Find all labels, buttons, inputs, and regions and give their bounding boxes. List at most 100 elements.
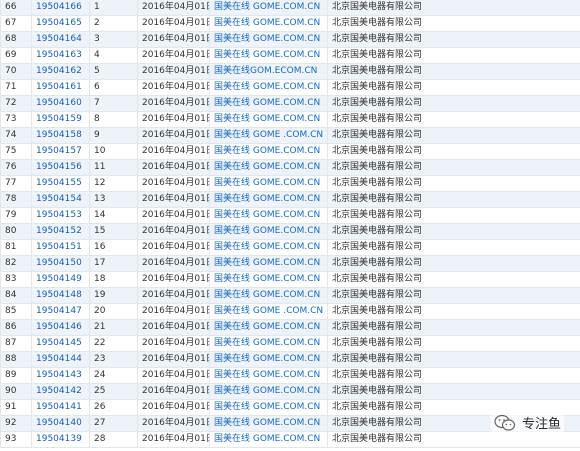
registration-number-link[interactable]: 19504159 [31, 111, 90, 128]
registration-number-link[interactable]: 19504160 [31, 95, 90, 112]
date-cell: 2016年04月01日 [137, 351, 210, 368]
site-name-link[interactable]: 国美在线 GOME.COM.CN [209, 47, 328, 64]
registration-number-link[interactable]: 19504158 [31, 127, 90, 144]
registration-number-link[interactable]: 19504166 [31, 0, 90, 16]
index-cell: 81 [0, 239, 32, 256]
site-name-link[interactable]: 国美在线 GOME .COM.CN [209, 127, 328, 144]
index-cell: 92 [0, 415, 32, 432]
sequence-cell: 11 [89, 159, 138, 176]
date-cell: 2016年04月01日 [137, 431, 210, 448]
site-name-link[interactable]: 国美在线 GOME.COM.CN [209, 319, 328, 336]
site-name-link[interactable]: 国美在线 GOME.COM.CN [209, 239, 328, 256]
sequence-cell: 28 [89, 431, 138, 448]
site-name-link[interactable]: 国美在线 GOME.COM.CN [209, 399, 328, 416]
site-name-link[interactable]: 国美在线 GOME.COM.CN [209, 223, 328, 240]
index-cell: 66 [0, 0, 32, 16]
site-name-link[interactable]: 国美在线 GOME.COM.CN [209, 143, 328, 160]
index-cell: 68 [0, 31, 32, 48]
date-cell: 2016年04月01日 [137, 95, 210, 112]
sequence-cell: 22 [89, 335, 138, 352]
sequence-cell: 8 [89, 111, 138, 128]
site-name-link[interactable]: 国美在线 GOME.COM.CN [209, 175, 328, 192]
registration-number-link[interactable]: 19504151 [31, 239, 90, 256]
table-row: 84 19504148 19 2016年04月01日 国美在线 GOME.COM.CN 北… [0, 287, 580, 304]
registration-number-link[interactable]: 19504145 [31, 335, 90, 352]
site-name-link[interactable]: 国美在线 GOME.COM.CN [209, 15, 328, 32]
site-name-link[interactable]: 国美在线GOM.ECOM.CN [209, 63, 328, 80]
company-cell: 北京国美电器有限公司 [327, 223, 580, 240]
site-name-link[interactable]: 国美在线 GOME.COM.CN [209, 191, 328, 208]
table-row: 67 19504165 2 2016年04月01日 国美在线 GOME.COM.CN 北京… [0, 15, 580, 32]
company-cell: 北京国美电器有限公司 [327, 351, 580, 368]
site-name-link[interactable]: 国美在线 GOME.COM.CN [209, 95, 328, 112]
registration-number-link[interactable]: 19504164 [31, 31, 90, 48]
registration-number-link[interactable]: 19504153 [31, 207, 90, 224]
company-cell: 北京国美电器有限公司 [327, 31, 580, 48]
registration-number-link[interactable]: 19504157 [31, 143, 90, 160]
site-name-link[interactable]: 国美在线 GOME.COM.CN [209, 383, 328, 400]
site-name-link[interactable]: 国美在线 GOME.COM.CN [209, 335, 328, 352]
registration-number-link[interactable]: 19504150 [31, 255, 90, 272]
company-cell: 北京国美电器有限公司 [327, 255, 580, 272]
registration-number-link[interactable]: 19504139 [31, 431, 90, 448]
site-name-link[interactable]: 国美在线 GOME.COM.CN [209, 79, 328, 96]
site-name-link[interactable]: 国美在线 GOME.COM.CN [209, 271, 328, 288]
index-cell: 67 [0, 15, 32, 32]
registration-number-link[interactable]: 19504146 [31, 319, 90, 336]
site-name-link[interactable]: 国美在线 GOME.COM.CN [209, 0, 328, 16]
registration-number-link[interactable]: 19504149 [31, 271, 90, 288]
table-body: 66 19504166 1 2016年04月01日 国美在线 GOME.COM.CN 北京… [0, 0, 580, 448]
registration-number-link[interactable]: 19504147 [31, 303, 90, 320]
site-name-link[interactable]: 国美在线 GOME.COM.CN [209, 31, 328, 48]
site-name-link[interactable]: 国美在线 GOME.COM.CN [209, 415, 328, 432]
company-cell: 北京国美电器有限公司 [327, 335, 580, 352]
registration-number-link[interactable]: 19504148 [31, 287, 90, 304]
registration-number-link[interactable]: 19504152 [31, 223, 90, 240]
company-cell: 北京国美电器有限公司 [327, 175, 580, 192]
table-row: 78 19504154 13 2016年04月01日 国美在线 GOME.COM.CN 北… [0, 191, 580, 208]
registration-number-link[interactable]: 19504162 [31, 63, 90, 80]
company-cell: 北京国美电器有限公司 [327, 63, 580, 80]
site-name-link[interactable]: 国美在线 GOME .COM.CN [209, 303, 328, 320]
index-cell: 82 [0, 255, 32, 272]
registration-number-link[interactable]: 19504155 [31, 175, 90, 192]
index-cell: 89 [0, 367, 32, 384]
sequence-cell: 3 [89, 31, 138, 48]
date-cell: 2016年04月01日 [137, 223, 210, 240]
index-cell: 76 [0, 159, 32, 176]
site-name-link[interactable]: 国美在线 GOME.COM.CN [209, 367, 328, 384]
sequence-cell: 1 [89, 0, 138, 16]
company-cell: 北京国美电器有限公司 [327, 0, 580, 16]
date-cell: 2016年04月01日 [137, 367, 210, 384]
site-name-link[interactable]: 国美在线 GOME.COM.CN [209, 431, 328, 448]
site-name-link[interactable]: 国美在线 GOME.COM.CN [209, 159, 328, 176]
index-cell: 88 [0, 351, 32, 368]
company-cell: 北京国美电器有限公司 [327, 15, 580, 32]
registration-number-link[interactable]: 19504143 [31, 367, 90, 384]
date-cell: 2016年04月01日 [137, 335, 210, 352]
site-name-link[interactable]: 国美在线 GOME.COM.CN [209, 287, 328, 304]
index-cell: 85 [0, 303, 32, 320]
trademark-table: 66 19504166 1 2016年04月01日 国美在线 GOME.COM.CN 北京… [0, 0, 580, 448]
registration-number-link[interactable]: 19504161 [31, 79, 90, 96]
registration-number-link[interactable]: 19504144 [31, 351, 90, 368]
registration-number-link[interactable]: 19504142 [31, 383, 90, 400]
site-name-link[interactable]: 国美在线 GOME.COM.CN [209, 351, 328, 368]
registration-number-link[interactable]: 19504165 [31, 15, 90, 32]
registration-number-link[interactable]: 19504141 [31, 399, 90, 416]
company-cell: 北京国美电器有限公司 [327, 159, 580, 176]
site-name-link[interactable]: 国美在线 GOME.COM.CN [209, 255, 328, 272]
index-cell: 86 [0, 319, 32, 336]
table-row: 87 19504145 22 2016年04月01日 国美在线 GOME.COM.CN 北… [0, 335, 580, 352]
registration-number-link[interactable]: 19504154 [31, 191, 90, 208]
sequence-cell: 27 [89, 415, 138, 432]
site-name-link[interactable]: 国美在线 GOME.COM.CN [209, 207, 328, 224]
date-cell: 2016年04月01日 [137, 239, 210, 256]
site-name-link[interactable]: 国美在线 GOME.COM.CN [209, 111, 328, 128]
registration-number-link[interactable]: 19504163 [31, 47, 90, 64]
index-cell: 87 [0, 335, 32, 352]
date-cell: 2016年04月01日 [137, 191, 210, 208]
index-cell: 79 [0, 207, 32, 224]
registration-number-link[interactable]: 19504156 [31, 159, 90, 176]
registration-number-link[interactable]: 19504140 [31, 415, 90, 432]
